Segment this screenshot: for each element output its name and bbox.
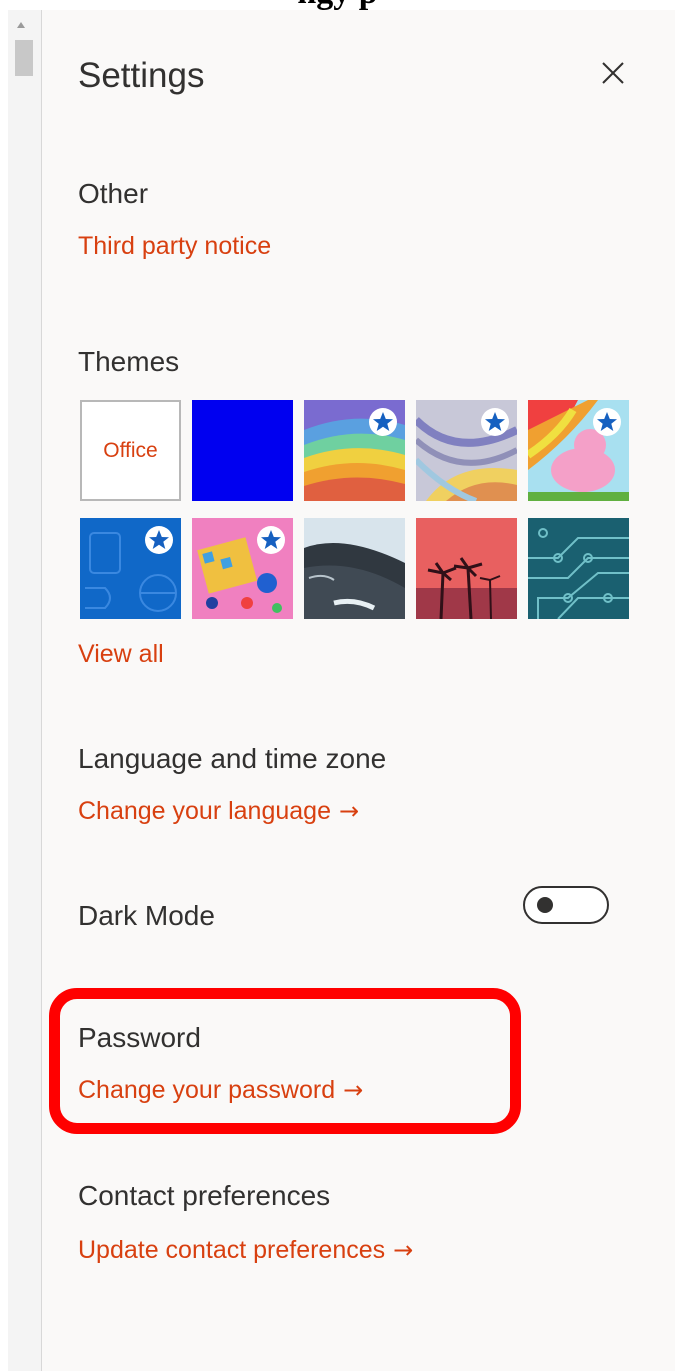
premium-star-icon bbox=[257, 526, 285, 554]
premium-star-icon bbox=[369, 408, 397, 436]
theme-mountain[interactable] bbox=[304, 518, 405, 619]
palm-sunset-theme-image bbox=[416, 518, 517, 619]
view-all-themes-link[interactable]: View all bbox=[78, 640, 164, 669]
contact-preferences-heading: Contact preferences bbox=[78, 1180, 331, 1211]
theme-circuit[interactable] bbox=[528, 518, 629, 619]
settings-panel: Settings Other Third party notice Themes… bbox=[42, 10, 675, 1371]
dark-mode-label: Dark Mode bbox=[78, 900, 215, 931]
theme-palm-sunset[interactable] bbox=[416, 518, 517, 619]
theme-office-label: Office bbox=[103, 438, 158, 462]
theme-board-game[interactable] bbox=[192, 518, 293, 619]
update-contact-preferences-link[interactable]: Update contact preferences → bbox=[78, 1236, 413, 1265]
theme-grid: Office bbox=[80, 400, 640, 620]
arrow-right-icon: → bbox=[338, 797, 360, 825]
panel-title: Settings bbox=[78, 56, 205, 95]
scrollbar[interactable] bbox=[8, 10, 42, 1371]
close-button[interactable] bbox=[596, 56, 630, 90]
premium-star-icon bbox=[481, 408, 509, 436]
change-language-link[interactable]: Change your language → bbox=[78, 797, 359, 826]
theme-rainbow[interactable] bbox=[304, 400, 405, 501]
theme-office[interactable]: Office bbox=[80, 400, 181, 501]
change-language-label: Change your language bbox=[78, 797, 331, 825]
premium-star-icon bbox=[593, 408, 621, 436]
circuit-theme-image bbox=[528, 518, 629, 619]
dark-mode-toggle[interactable] bbox=[523, 886, 609, 924]
password-highlight-annotation bbox=[49, 988, 521, 1134]
scroll-thumb[interactable] bbox=[15, 40, 33, 76]
page: ngy p Settings Other Third party notice … bbox=[0, 0, 675, 1371]
other-heading: Other bbox=[78, 178, 149, 209]
mountain-theme-image bbox=[304, 518, 405, 619]
update-contact-preferences-label: Update contact preferences bbox=[78, 1236, 386, 1264]
theme-sports[interactable] bbox=[80, 518, 181, 619]
themes-heading: Themes bbox=[78, 346, 180, 377]
third-party-notice-link[interactable]: Third party notice bbox=[78, 232, 271, 261]
toggle-knob bbox=[537, 897, 553, 913]
language-heading: Language and time zone bbox=[78, 743, 387, 774]
theme-abstract-waves[interactable] bbox=[416, 400, 517, 501]
close-icon bbox=[602, 62, 624, 84]
theme-cartoon[interactable] bbox=[528, 400, 629, 501]
theme-blue[interactable] bbox=[192, 400, 293, 501]
arrow-right-icon: → bbox=[393, 1236, 414, 1264]
premium-star-icon bbox=[145, 526, 173, 554]
scroll-up-arrow-icon[interactable] bbox=[17, 22, 25, 28]
